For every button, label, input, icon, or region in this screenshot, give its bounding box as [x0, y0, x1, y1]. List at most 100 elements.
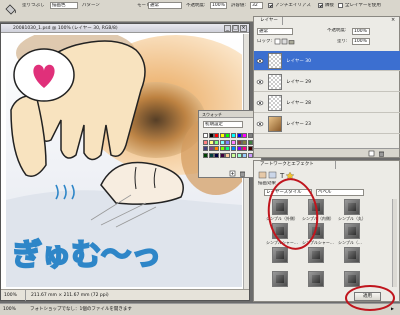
effect-tile[interactable]: [344, 271, 360, 287]
swatch-cell[interactable]: [236, 152, 242, 158]
swatch-cell[interactable]: [236, 139, 242, 145]
swatch-cell[interactable]: [203, 139, 208, 145]
swatch-cell[interactable]: [231, 133, 236, 138]
document-title[interactable]: 20081030_1.psd @ 100% (レイヤー 30, RGB/8): [1, 24, 249, 33]
swatch-cell[interactable]: [242, 139, 248, 145]
swatch-cell[interactable]: [208, 139, 214, 145]
swatch-cell[interactable]: [214, 133, 220, 138]
swatch-cell[interactable]: [219, 146, 225, 151]
blend-mode-select[interactable]: 通常: [257, 28, 293, 35]
swatch-cell[interactable]: [236, 146, 242, 151]
apply-button[interactable]: 適用: [354, 292, 381, 301]
effect-tile[interactable]: [308, 223, 324, 239]
lock-label: ロック:: [257, 39, 273, 44]
effect-tile[interactable]: [272, 271, 288, 287]
paint-bucket-icon[interactable]: [4, 3, 17, 16]
swatch-cell[interactable]: [225, 139, 231, 145]
effect-tile[interactable]: [308, 271, 324, 287]
layer-opacity-input[interactable]: 100%: [352, 28, 370, 35]
layer-name: レイヤー 30: [286, 59, 312, 64]
swatch-cell[interactable]: [242, 146, 248, 151]
layer-thumbnail: [268, 74, 282, 90]
swatch-cell[interactable]: [214, 152, 220, 158]
fill-input[interactable]: 100%: [352, 38, 370, 45]
all-layers-checkbox[interactable]: [338, 3, 343, 8]
swatch-cell[interactable]: [225, 133, 231, 138]
swatch-cell[interactable]: [231, 152, 236, 158]
artwork-effects-panel: アートワークとエフェクト T 描画効果 レイヤースタイル ベベル シンプル（外側…: [253, 160, 400, 302]
panel-close-icon[interactable]: ×: [391, 18, 397, 24]
swatch-cell[interactable]: [203, 152, 208, 158]
mode-select[interactable]: 通常: [148, 2, 182, 9]
tab-artwork-effects[interactable]: アートワークとエフェクト: [256, 161, 336, 169]
tolerance-label: 許容値:: [231, 3, 247, 8]
minimize-button[interactable]: _: [224, 25, 231, 32]
swatch-cell[interactable]: [214, 146, 220, 151]
swatch-cell[interactable]: [225, 146, 231, 151]
status-message: フォトショップでなし：1個のファイルを開きます: [30, 307, 132, 312]
effect-tile[interactable]: [308, 247, 324, 263]
swatches-tab[interactable]: スウォッチ: [199, 111, 261, 118]
svg-text:T: T: [279, 172, 285, 179]
swatch-cell[interactable]: [203, 146, 208, 151]
visibility-eye-icon[interactable]: [256, 77, 264, 87]
new-layer-icon[interactable]: [368, 150, 375, 157]
layers-panel: レイヤー × 通常 不透明度: 100% ロック: 塗り: 100% レイヤー …: [253, 16, 400, 158]
new-swatch-icon[interactable]: [229, 170, 236, 177]
trash-icon[interactable]: [378, 150, 385, 157]
swatch-cell[interactable]: [219, 133, 225, 138]
close-button[interactable]: ×: [240, 25, 247, 32]
zoom-readout[interactable]: 100%: [4, 290, 26, 301]
swatch-cell[interactable]: [214, 139, 220, 145]
effect-tile[interactable]: [272, 247, 288, 263]
effect-tile[interactable]: [344, 223, 360, 239]
doc-size-readout: 211.67 mm × 211.67 mm (72 ppi): [31, 293, 109, 298]
swatch-cell[interactable]: [219, 152, 225, 158]
layer-row[interactable]: レイヤー 29: [254, 72, 400, 92]
layer-opacity-label: 不透明度:: [327, 28, 347, 33]
contiguous-checkbox[interactable]: [318, 3, 323, 8]
layer-thumbnail: [268, 95, 282, 111]
bevel-select[interactable]: ベベル: [316, 189, 364, 196]
swatch-cell[interactable]: [231, 146, 236, 151]
layer-name: レイヤー 29: [286, 80, 312, 85]
fill-source-select[interactable]: 描画色: [50, 2, 78, 9]
effect-tile[interactable]: [272, 199, 288, 215]
swatch-cell[interactable]: [208, 146, 214, 151]
effects-category-icons[interactable]: T: [258, 171, 298, 179]
swatch-cell[interactable]: [203, 133, 208, 138]
swatch-cell[interactable]: [208, 133, 214, 138]
swatch-cell[interactable]: [242, 152, 248, 158]
visibility-eye-icon[interactable]: [256, 119, 264, 129]
antialias-checkbox[interactable]: [268, 3, 273, 8]
effect-tile[interactable]: [272, 223, 288, 239]
tab-layers[interactable]: レイヤー: [256, 17, 283, 25]
swatches-set-select[interactable]: 初期設定: [203, 121, 243, 128]
layer-row[interactable]: レイヤー 30: [254, 51, 400, 71]
swatch-cell[interactable]: [236, 133, 242, 138]
swatch-cell[interactable]: [242, 133, 248, 138]
pattern-label[interactable]: パターン: [82, 3, 100, 9]
swatch-cell[interactable]: [225, 152, 231, 158]
layer-thumbnail: [268, 116, 282, 132]
tolerance-input[interactable]: 32: [250, 2, 263, 9]
lock-icons[interactable]: [274, 38, 296, 45]
visibility-eye-icon[interactable]: [256, 56, 264, 66]
effect-tile-label: シンプルシャー…: [302, 240, 334, 245]
effects-scrollbar[interactable]: [392, 199, 397, 287]
maximize-button[interactable]: □: [232, 25, 239, 32]
status-arrow-icon[interactable]: ▶: [391, 304, 394, 315]
trash-icon[interactable]: [239, 170, 246, 177]
effect-tile[interactable]: [308, 199, 324, 215]
swatch-cell[interactable]: [208, 152, 214, 158]
style-select[interactable]: レイヤースタイル: [264, 189, 312, 196]
opacity-label: 不透明度:: [186, 3, 206, 8]
visibility-eye-icon[interactable]: [256, 98, 264, 108]
swatch-cell[interactable]: [219, 139, 225, 145]
layer-row[interactable]: レイヤー 28: [254, 93, 400, 113]
opacity-input[interactable]: 100%: [210, 2, 227, 9]
effect-tile[interactable]: [344, 199, 360, 215]
effect-tile[interactable]: [344, 247, 360, 263]
swatch-cell[interactable]: [231, 139, 236, 145]
layer-row[interactable]: レイヤー 23: [254, 114, 400, 134]
